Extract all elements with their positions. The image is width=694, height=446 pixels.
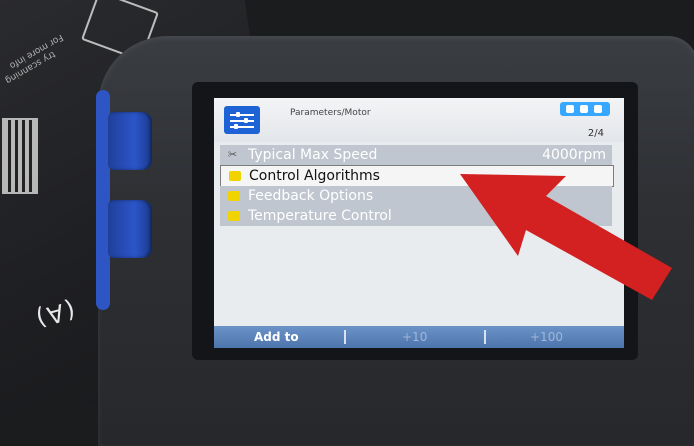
status-icons <box>560 102 610 116</box>
folder-icon <box>228 211 240 221</box>
list-item-label: Typical Max Speed <box>248 147 378 163</box>
folder-icon <box>229 171 241 181</box>
menu-icon[interactable] <box>224 106 260 134</box>
list-item-label: Control Algorithms <box>249 168 380 184</box>
list-item-label: Temperature Control <box>248 208 392 224</box>
folder-icon <box>228 191 240 201</box>
tool-icon: ✂ <box>228 148 238 161</box>
softkey-add-to[interactable]: Add to <box>254 326 299 348</box>
breadcrumb: Parameters/Motor <box>290 108 371 118</box>
softkey-bar: Add to +10 +100 <box>214 326 624 348</box>
page-number: 2/4 <box>587 128 604 139</box>
softkey-plus-100[interactable]: +100 <box>530 326 563 348</box>
list-item-label: Feedback Options <box>248 188 374 204</box>
softkey-plus-10[interactable]: +10 <box>402 326 427 348</box>
qr-code <box>2 118 38 194</box>
side-button-top[interactable] <box>108 112 152 170</box>
red-arrow-overlay <box>460 174 672 300</box>
screen-header: Parameters/Motor 2/4 <box>214 98 624 142</box>
side-button-bottom[interactable] <box>108 200 152 258</box>
